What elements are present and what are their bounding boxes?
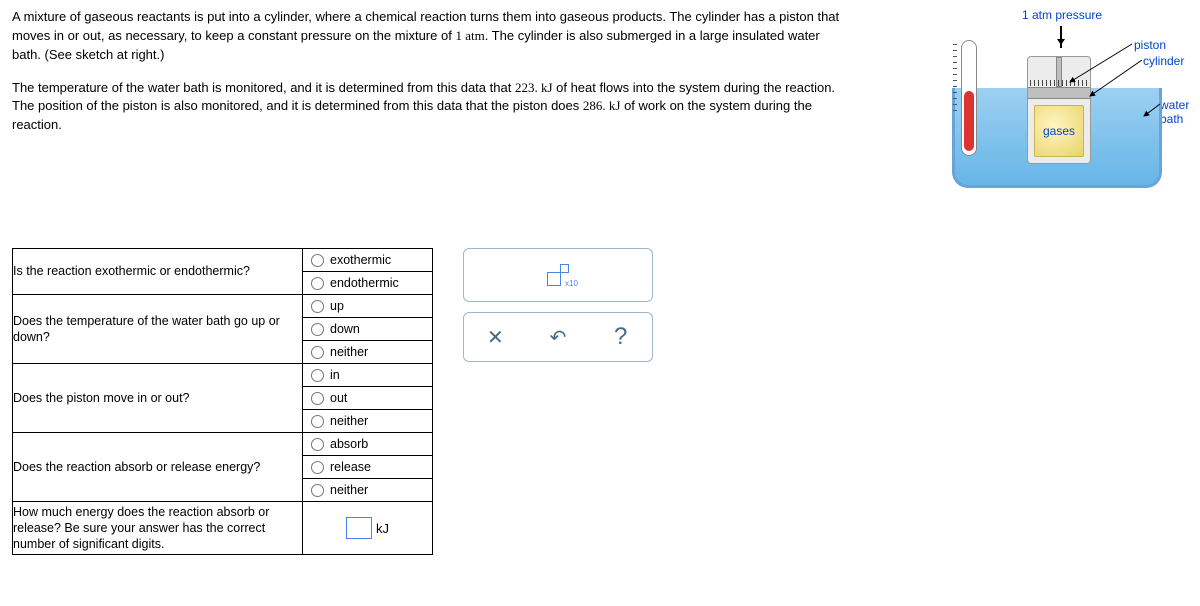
q3-opt-out[interactable]: out [303, 386, 432, 409]
toolbox: x10 ✕ ↶ ? [463, 248, 653, 362]
sci-notation-button[interactable]: x10 [463, 248, 653, 302]
q1-label-exothermic: exothermic [330, 253, 391, 267]
prompt-286kj: 286. kJ [583, 98, 621, 113]
q3-radio-in[interactable] [311, 369, 324, 382]
x-icon: ✕ [487, 325, 504, 350]
q3-label-out: out [330, 391, 347, 405]
q4-opt-absorb[interactable]: absorb [303, 433, 432, 455]
undo-button[interactable]: ↶ [543, 322, 573, 352]
q4-radio-neither[interactable] [311, 484, 324, 497]
q3-text: Does the piston move in or out? [13, 364, 303, 433]
q3-opt-neither[interactable]: neither [303, 409, 432, 432]
q2-radio-down[interactable] [311, 323, 324, 336]
undo-icon: ↶ [550, 325, 567, 350]
q1-text: Is the reaction exothermic or endothermi… [13, 249, 303, 295]
q2-opt-up[interactable]: up [303, 295, 432, 317]
q1-label-endothermic: endothermic [330, 276, 399, 290]
q4-label-absorb: absorb [330, 437, 368, 451]
q4-opt-neither[interactable]: neither [303, 478, 432, 501]
q1-radio-endothermic[interactable] [311, 277, 324, 290]
problem-statement: A mixture of gaseous reactants is put in… [12, 8, 842, 149]
q3-opt-in[interactable]: in [303, 364, 432, 386]
sketch-diagram: 1 atm pressure piston cylinder water bat… [862, 8, 1192, 208]
clear-button[interactable]: ✕ [480, 322, 510, 352]
help-icon: ? [614, 323, 627, 351]
q1-radio-exothermic[interactable] [311, 254, 324, 267]
prompt-p2a: The temperature of the water bath is mon… [12, 80, 515, 95]
sci-exp-box-icon [560, 264, 569, 273]
q4-radio-absorb[interactable] [311, 438, 324, 451]
q2-radio-neither[interactable] [311, 346, 324, 359]
question-table: Is the reaction exothermic or endothermi… [12, 248, 433, 555]
prompt-223kj: 223. kJ [515, 80, 553, 95]
q1-opt-endothermic[interactable]: endothermic [303, 271, 432, 294]
q5-unit: kJ [376, 521, 389, 536]
pointer-lines [862, 8, 1192, 208]
q2-opt-down[interactable]: down [303, 317, 432, 340]
help-button[interactable]: ? [606, 322, 636, 352]
q1-opt-exothermic[interactable]: exothermic [303, 249, 432, 271]
q4-label-neither: neither [330, 483, 368, 497]
q4-label-release: release [330, 460, 371, 474]
q3-radio-out[interactable] [311, 392, 324, 405]
prompt-1atm: 1 atm [455, 28, 484, 43]
q2-label-up: up [330, 299, 344, 313]
q2-label-neither: neither [330, 345, 368, 359]
q2-label-down: down [330, 322, 360, 336]
sci-main-box-icon [547, 272, 561, 286]
q3-label-in: in [330, 368, 340, 382]
q2-radio-up[interactable] [311, 300, 324, 313]
q5-text: How much energy does the reaction absorb… [13, 502, 303, 555]
q5-answer-input[interactable] [346, 517, 372, 539]
q2-text: Does the temperature of the water bath g… [13, 295, 303, 364]
q3-label-neither: neither [330, 414, 368, 428]
q4-opt-release[interactable]: release [303, 455, 432, 478]
q2-opt-neither[interactable]: neither [303, 340, 432, 363]
q4-radio-release[interactable] [311, 461, 324, 474]
q4-text: Does the reaction absorb or release ener… [13, 433, 303, 502]
q3-radio-neither[interactable] [311, 415, 324, 428]
sci-x10-label: x10 [565, 279, 578, 288]
